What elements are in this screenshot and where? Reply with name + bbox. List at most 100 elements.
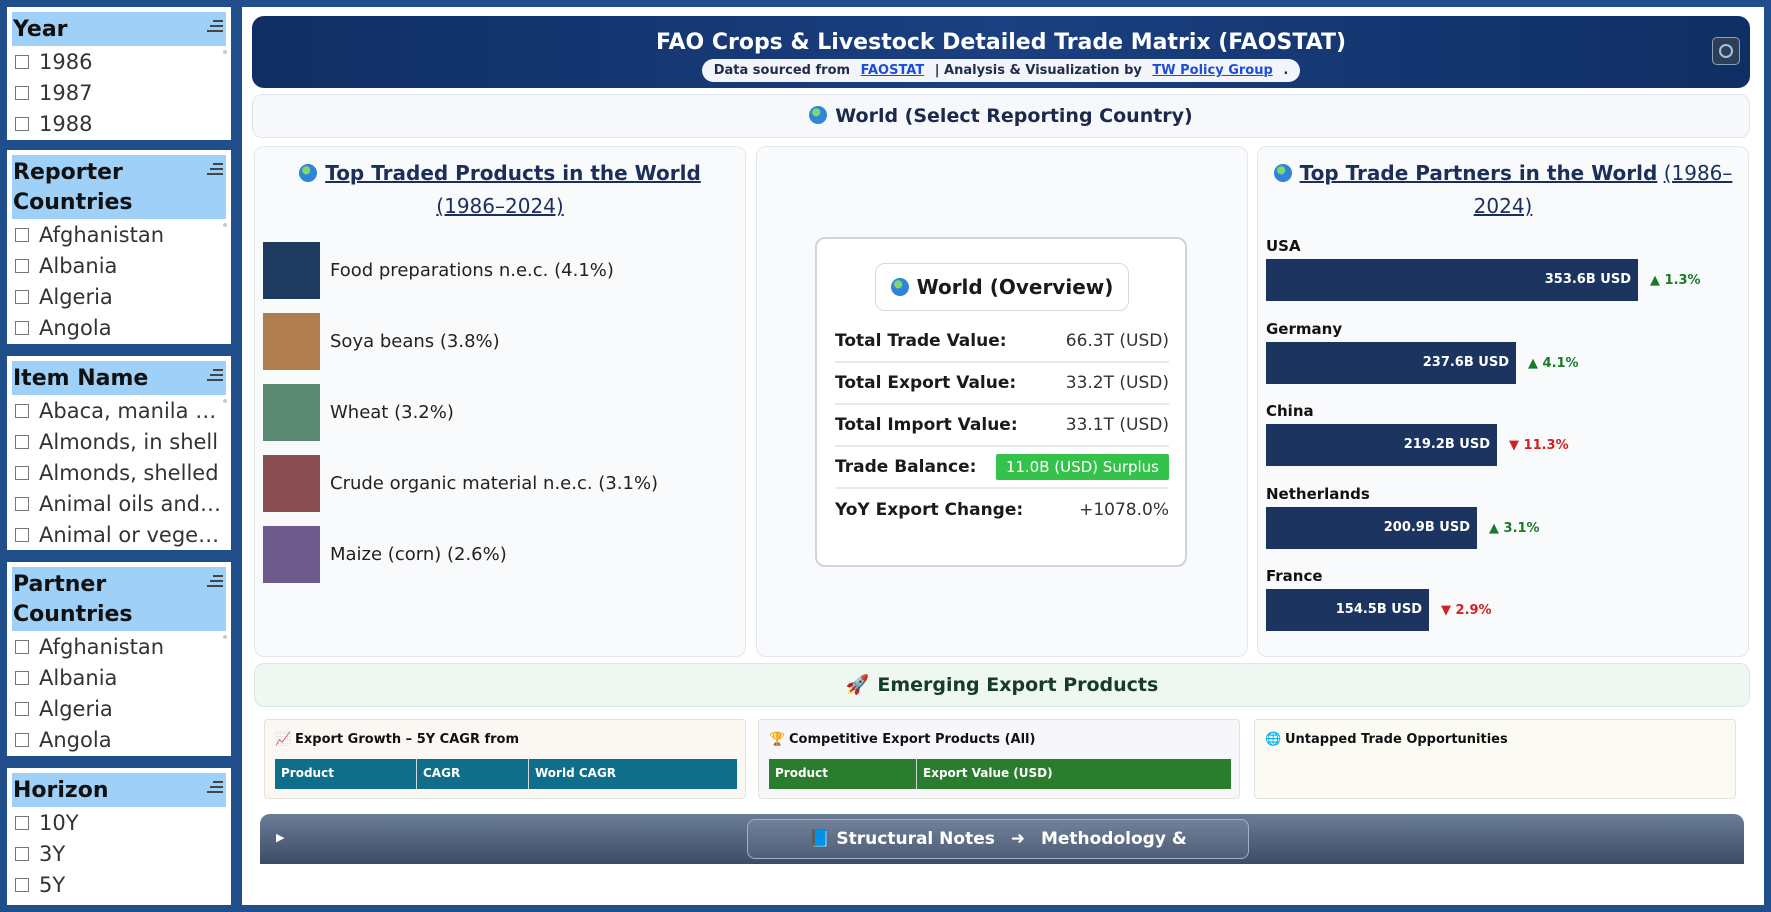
slicer-menu-icon[interactable] bbox=[207, 369, 223, 384]
checkbox[interactable] bbox=[15, 258, 29, 273]
slicer-item-10y[interactable]: 10Y bbox=[13, 807, 225, 838]
competitive-table-header: Product Export Value (USD) bbox=[769, 759, 1231, 789]
checkbox[interactable] bbox=[15, 116, 29, 131]
overview-card: World (Overview) Total Trade Value: 66.3T… bbox=[756, 146, 1248, 657]
partner-row-usa[interactable]: USA 353.6B USD ▲ 1.3% bbox=[1266, 237, 1701, 301]
export-growth-title: 📈 Export Growth – 5Y CAGR from bbox=[275, 732, 520, 747]
scrollbar-handle[interactable] bbox=[223, 399, 227, 403]
partner-row-france[interactable]: France 154.5B USD ▼ 2.9% bbox=[1266, 567, 1492, 631]
slicer-item-3y[interactable]: 3Y bbox=[13, 838, 225, 869]
year-slicer-list[interactable]: 1986 1987 1988 bbox=[7, 46, 231, 139]
item-slicer-list[interactable]: Abaca, manila h... Almonds, in shell Alm… bbox=[7, 395, 231, 550]
slicer-item-almonds-in-shell[interactable]: Almonds, in shell bbox=[13, 426, 225, 457]
checkbox[interactable] bbox=[15, 496, 29, 511]
top-partners-card: Top Trade Partners in the World (1986–20… bbox=[1257, 146, 1749, 657]
top-products-card: Top Traded Products in the World (1986–2… bbox=[254, 146, 746, 657]
partner-slicer-list[interactable]: Afghanistan Albania Algeria Angola bbox=[7, 631, 231, 755]
partner-row-netherlands[interactable]: Netherlands 200.9B USD ▲ 3.1% bbox=[1266, 485, 1540, 549]
top-products-years: (1986–2024) bbox=[436, 194, 564, 218]
slicer-item-animal-or-veget[interactable]: Animal or veget... bbox=[13, 519, 225, 550]
checkbox[interactable] bbox=[15, 732, 29, 747]
faostat-link[interactable]: FAOSTAT bbox=[861, 63, 925, 78]
structural-notes-toggle[interactable]: 📘 Structural Notes ➜ Methodology & Trans… bbox=[747, 819, 1249, 887]
list-item[interactable]: Soya beans (3.8%) bbox=[263, 313, 658, 370]
partner-row-china[interactable]: China 219.2B USD ▼ 11.3% bbox=[1266, 402, 1569, 466]
horizon-slicer-list[interactable]: 10Y 3Y 5Y bbox=[7, 807, 231, 900]
list-item[interactable]: Crude organic material n.e.c. (3.1%) bbox=[263, 455, 658, 512]
overview-box: World (Overview) Total Trade Value: 66.3T… bbox=[815, 237, 1187, 567]
slicer-item-angola[interactable]: Angola bbox=[13, 312, 225, 343]
checkbox[interactable] bbox=[15, 320, 29, 335]
list-item[interactable]: Food preparations n.e.c. (4.1%) bbox=[263, 242, 658, 299]
slicer-item-abaca[interactable]: Abaca, manila h... bbox=[13, 395, 225, 426]
tw-policy-group-link[interactable]: TW Policy Group bbox=[1152, 63, 1272, 78]
checkbox[interactable] bbox=[15, 289, 29, 304]
partner-bar[interactable]: 154.5B USD bbox=[1266, 589, 1429, 631]
column-header[interactable]: World CAGR bbox=[529, 759, 737, 789]
checkbox[interactable] bbox=[15, 85, 29, 100]
checkbox[interactable] bbox=[15, 670, 29, 685]
structural-notes-bar[interactable]: ▶ 📘 Structural Notes ➜ Methodology & Tra… bbox=[260, 814, 1744, 887]
checkbox[interactable] bbox=[15, 815, 29, 830]
product-label: Crude organic material n.e.c. (3.1%) bbox=[330, 473, 659, 494]
export-growth-table-header: Product CAGR World CAGR bbox=[275, 759, 737, 789]
slicer-item-albania[interactable]: Albania bbox=[13, 250, 225, 281]
checkbox[interactable] bbox=[15, 527, 29, 542]
scrollbar-handle[interactable] bbox=[223, 50, 227, 54]
slicer-item-animal-oils[interactable]: Animal oils and ... bbox=[13, 488, 225, 519]
top-partners-title-link[interactable]: Top Trade Partners in the World bbox=[1300, 161, 1658, 185]
scrollbar-handle[interactable] bbox=[223, 635, 227, 639]
slicer-item-algeria[interactable]: Algeria bbox=[13, 281, 225, 312]
partner-slicer-header: Partner Countries bbox=[12, 567, 226, 631]
slicer-item-1987[interactable]: 1987 bbox=[13, 77, 225, 108]
list-item[interactable]: Wheat (3.2%) bbox=[263, 384, 658, 441]
slicer-item-algeria[interactable]: Algeria bbox=[13, 693, 225, 724]
column-header[interactable]: Product bbox=[275, 759, 417, 789]
checkbox[interactable] bbox=[15, 639, 29, 654]
checkbox[interactable] bbox=[15, 227, 29, 242]
report-title: FAO Crops & Livestock Detailed Trade Mat… bbox=[655, 30, 1347, 55]
top-products-title-link[interactable]: Top Traded Products in the World bbox=[325, 161, 701, 185]
checkbox[interactable] bbox=[15, 701, 29, 716]
column-header[interactable]: Export Value (USD) bbox=[917, 759, 1231, 789]
expand-caret-icon[interactable]: ▶ bbox=[276, 831, 284, 844]
scrollbar-handle[interactable] bbox=[223, 223, 227, 227]
checkbox[interactable] bbox=[15, 465, 29, 480]
list-item[interactable]: Maize (corn) (2.6%) bbox=[263, 526, 658, 583]
world-selector-bar[interactable]: World (Select Reporting Country) bbox=[252, 94, 1750, 138]
checkbox[interactable] bbox=[15, 54, 29, 69]
checkbox[interactable] bbox=[15, 434, 29, 449]
globe-icon bbox=[1273, 164, 1292, 182]
slicer-item-afghanistan[interactable]: Afghanistan bbox=[13, 219, 225, 250]
column-header[interactable]: Product bbox=[769, 759, 917, 789]
year-slicer-title: Year bbox=[13, 17, 68, 42]
top-products-title: Top Traded Products in the World (1986–2… bbox=[255, 147, 745, 223]
slicer-menu-icon[interactable] bbox=[207, 781, 223, 796]
slicer-item-afghanistan[interactable]: Afghanistan bbox=[13, 631, 225, 662]
slicer-item-1986[interactable]: 1986 bbox=[13, 46, 225, 77]
status-badge: 11.0B (USD) Surplus bbox=[995, 454, 1169, 480]
partner-row-germany[interactable]: Germany 237.6B USD ▲ 4.1% bbox=[1266, 320, 1579, 384]
slicer-menu-icon[interactable] bbox=[207, 163, 223, 178]
reporter-slicer-list[interactable]: Afghanistan Albania Algeria Angola bbox=[7, 219, 231, 343]
slicer-item-almonds-shelled[interactable]: Almonds, shelled bbox=[13, 457, 225, 488]
partner-bar[interactable]: 219.2B USD bbox=[1266, 424, 1497, 466]
globe-icon bbox=[890, 278, 909, 296]
checkbox[interactable] bbox=[15, 846, 29, 861]
checkbox[interactable] bbox=[15, 877, 29, 892]
item-slicer-title: Item Name bbox=[13, 366, 149, 391]
slicer-menu-icon[interactable] bbox=[207, 575, 223, 590]
slicer-item-1988[interactable]: 1988 bbox=[13, 108, 225, 139]
column-header[interactable]: CAGR bbox=[417, 759, 529, 789]
checkbox[interactable] bbox=[15, 403, 29, 418]
slicer-menu-icon[interactable] bbox=[207, 20, 223, 35]
slicer-item-angola[interactable]: Angola bbox=[13, 724, 225, 755]
slicer-item-albania[interactable]: Albania bbox=[13, 662, 225, 693]
partner-bar[interactable]: 353.6B USD bbox=[1266, 259, 1638, 301]
partner-bar[interactable]: 237.6B USD bbox=[1266, 342, 1516, 384]
source-pill: Data sourced from FAOSTAT | Analysis & V… bbox=[701, 59, 1301, 82]
partner-bar[interactable]: 200.9B USD bbox=[1266, 507, 1477, 549]
competitive-export-card: 🏆 Competitive Export Products (All) Produ… bbox=[758, 719, 1240, 799]
slicer-item-5y[interactable]: 5Y bbox=[13, 869, 225, 900]
report-canvas: FAO Crops & Livestock Detailed Trade Mat… bbox=[242, 7, 1764, 905]
